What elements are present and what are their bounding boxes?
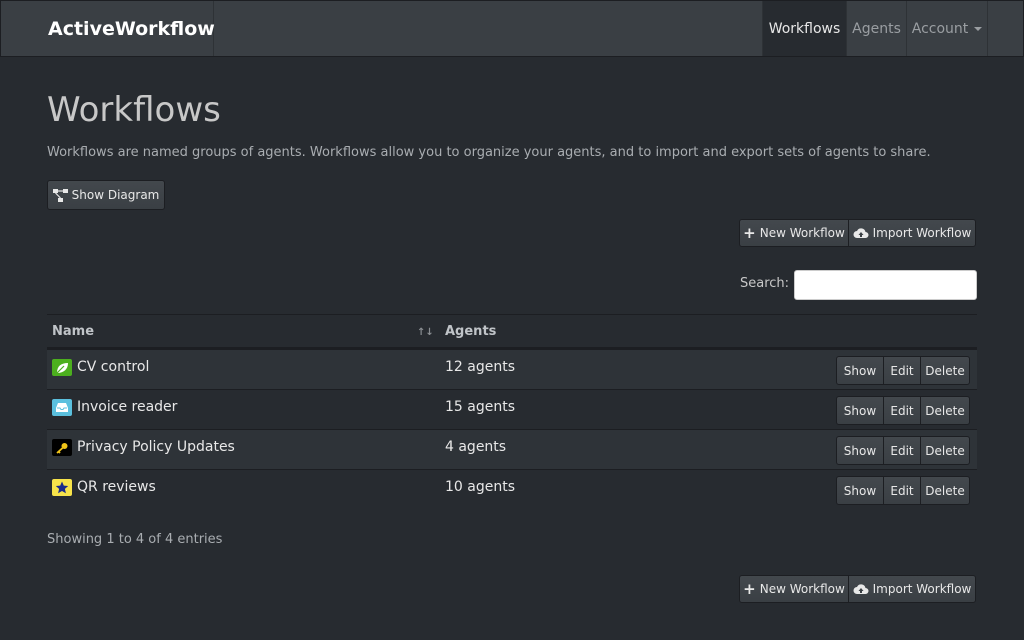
table-row: CV control 12 agents Show Edit Delete: [47, 349, 977, 389]
navbar-spacer: [214, 1, 763, 56]
leaf-icon: [52, 359, 72, 376]
edit-button[interactable]: Edit: [883, 356, 921, 385]
nav-agents[interactable]: Agents: [846, 1, 906, 56]
row-actions: Show Edit Delete: [836, 476, 970, 505]
show-button[interactable]: Show: [836, 396, 884, 425]
navbar-right-padding: [987, 1, 1023, 56]
search-label: Search:: [740, 276, 790, 291]
workflow-agent-count: 12 agents: [445, 359, 515, 375]
brand-logo[interactable]: ActiveWorkflow: [1, 1, 215, 56]
table-row: QR reviews 10 agents Show Edit Delete: [47, 469, 977, 509]
show-button[interactable]: Show: [836, 476, 884, 505]
edit-button[interactable]: Edit: [883, 436, 921, 465]
delete-button[interactable]: Delete: [920, 356, 970, 385]
import-workflow-button[interactable]: Import Workflow: [848, 575, 976, 603]
table-header: Name ↑↓ Agents: [47, 314, 977, 349]
new-workflow-label: New Workflow: [759, 226, 845, 240]
search-input[interactable]: [794, 270, 977, 300]
workflow-name[interactable]: Invoice reader: [77, 399, 177, 415]
plus-icon: +: [743, 580, 756, 598]
workflow-name[interactable]: QR reviews: [77, 479, 156, 495]
row-actions: Show Edit Delete: [836, 356, 970, 385]
table-info: Showing 1 to 4 of 4 entries: [47, 532, 223, 547]
nav-account-dropdown[interactable]: Account: [906, 1, 987, 56]
star-icon: [52, 479, 72, 496]
page-intro: Workflows are named groups of agents. Wo…: [47, 145, 931, 160]
new-workflow-button[interactable]: + New Workflow: [739, 575, 849, 603]
new-workflow-label: New Workflow: [759, 582, 845, 596]
cloud-upload-icon: [853, 583, 869, 595]
page-title: Workflows: [47, 90, 221, 130]
delete-button[interactable]: Delete: [920, 396, 970, 425]
import-workflow-label: Import Workflow: [872, 226, 972, 240]
top-navbar: ActiveWorkflow Workflows Agents Account: [0, 0, 1024, 57]
table-row: Invoice reader 15 agents Show Edit Delet…: [47, 389, 977, 429]
caret-down-icon: [974, 26, 983, 31]
new-workflow-button[interactable]: + New Workflow: [739, 219, 849, 247]
delete-button[interactable]: Delete: [920, 476, 970, 505]
key-icon: [52, 439, 72, 456]
workflow-agent-count: 10 agents: [445, 479, 515, 495]
plus-icon: +: [743, 224, 756, 242]
column-header-agents[interactable]: Agents: [445, 324, 496, 339]
cloud-upload-icon: [853, 227, 869, 239]
edit-button[interactable]: Edit: [883, 476, 921, 505]
import-workflow-label: Import Workflow: [872, 582, 972, 596]
edit-button[interactable]: Edit: [883, 396, 921, 425]
show-button[interactable]: Show: [836, 436, 884, 465]
nav-workflows[interactable]: Workflows: [762, 1, 846, 56]
nav-account-label: Account: [911, 20, 969, 37]
workflow-agent-count: 15 agents: [445, 399, 515, 415]
show-button[interactable]: Show: [836, 356, 884, 385]
show-diagram-label: Show Diagram: [71, 188, 160, 202]
row-actions: Show Edit Delete: [836, 396, 970, 425]
column-header-name[interactable]: Name: [52, 324, 94, 339]
tray-icon: [52, 399, 72, 416]
workflow-name[interactable]: CV control: [77, 359, 149, 375]
workflow-actions-top: + New Workflow Import Workflow: [739, 219, 976, 247]
diagram-icon: [52, 188, 68, 202]
workflow-name[interactable]: Privacy Policy Updates: [77, 439, 235, 455]
sort-icon[interactable]: ↑↓: [417, 327, 434, 338]
table-row: Privacy Policy Updates 4 agents Show Edi…: [47, 429, 977, 469]
row-actions: Show Edit Delete: [836, 436, 970, 465]
import-workflow-button[interactable]: Import Workflow: [848, 219, 976, 247]
show-diagram-button[interactable]: Show Diagram: [47, 180, 165, 210]
workflow-agent-count: 4 agents: [445, 439, 507, 455]
workflows-table: Name ↑↓ Agents CV control 12 agents Show…: [47, 314, 977, 509]
delete-button[interactable]: Delete: [920, 436, 970, 465]
workflow-actions-bottom: + New Workflow Import Workflow: [739, 575, 976, 603]
